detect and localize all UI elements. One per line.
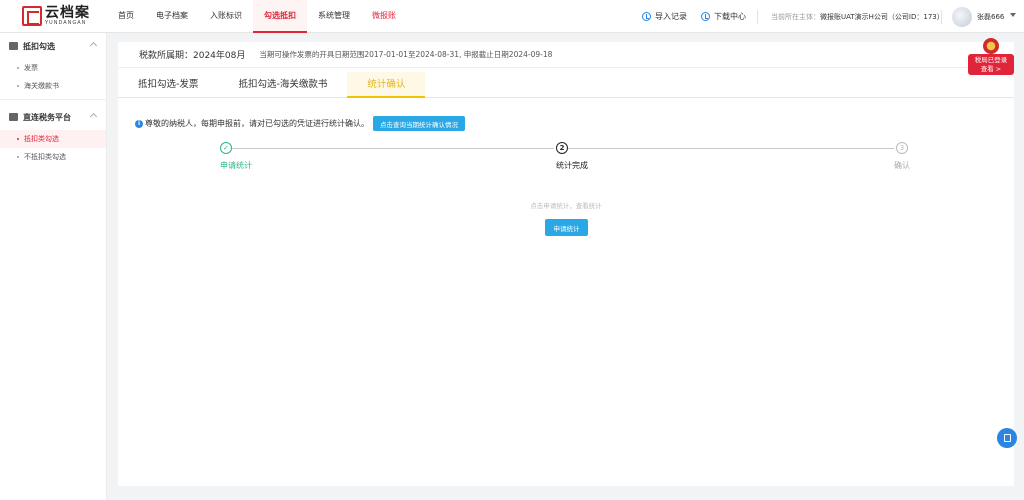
top-nav-bar: 云档案 YUNDANGAN 首页 电子档案 入账标识 勾选抵扣 系统管理 微报账… xyxy=(0,0,1024,33)
nav-system-admin[interactable]: 系统管理 xyxy=(307,0,361,33)
sidebar-group-tax-platform[interactable]: 直连税务平台 xyxy=(0,104,106,130)
logo-text: 云档案 xyxy=(45,5,90,21)
sidebar-item-customs-payment[interactable]: 海关缴款书 xyxy=(0,77,106,95)
date-range: 当期可操作发票的开具日期范围2017-01-01至2024-08-31, 申报截… xyxy=(259,50,553,59)
chevron-up-icon xyxy=(89,41,98,50)
hint-text: 点击申请统计，查看统计 xyxy=(530,202,602,210)
step-2-number: 2 xyxy=(556,142,568,154)
logo-icon xyxy=(22,6,42,26)
nav-deduction-select[interactable]: 勾选抵扣 xyxy=(253,0,307,33)
chevron-up-icon xyxy=(89,112,98,121)
tax-login-badge[interactable]: 税局已登录 查看 > xyxy=(968,38,1014,76)
sidebar: 抵扣勾选 发票 海关缴款书 直连税务平台 抵扣类勾选 不抵扣类勾选 xyxy=(0,33,107,500)
floating-action-button[interactable] xyxy=(997,428,1017,448)
tab-invoice[interactable]: 抵扣勾选-发票 xyxy=(118,72,218,98)
nav-entry-mark[interactable]: 入账标识 xyxy=(199,0,253,33)
tab-stats-confirm[interactable]: 统计确认 xyxy=(347,72,426,98)
apply-stats-button[interactable]: 申请统计 xyxy=(545,219,588,236)
step-connector xyxy=(568,148,894,149)
emblem-icon xyxy=(983,38,999,54)
folder-icon xyxy=(9,113,18,121)
sidebar-item-invoice[interactable]: 发票 xyxy=(0,59,106,77)
clock-icon xyxy=(642,12,651,21)
username[interactable]: 张磊666 xyxy=(977,12,1004,22)
step-1-label: 申请统计 xyxy=(220,161,252,170)
main-panel: 税款所属期：2024年08月 当期可操作发票的开具日期范围2017-01-01至… xyxy=(118,42,1014,486)
period-info: 税款所属期：2024年08月 当期可操作发票的开具日期范围2017-01-01至… xyxy=(118,42,1014,68)
logo[interactable]: 云档案 YUNDANGAN xyxy=(22,5,90,27)
sidebar-group-deduction[interactable]: 抵扣勾选 xyxy=(0,33,106,59)
check-icon: ✓ xyxy=(220,142,232,154)
document-icon xyxy=(1003,434,1011,442)
download-icon xyxy=(701,12,710,21)
badge-line-1: 税局已登录 xyxy=(974,56,1008,64)
nav-e-archive[interactable]: 电子档案 xyxy=(145,0,199,33)
download-center-link[interactable]: 下载中心 xyxy=(701,11,746,22)
badge-line-2: 查看 > xyxy=(980,65,1002,73)
import-records-link[interactable]: 导入记录 xyxy=(642,11,687,22)
tax-period: 税款所属期：2024年08月 xyxy=(139,51,246,61)
notice: i 尊敬的纳税人，每期申报前，请对已勾选的凭证进行统计确认。 点击查询当期统计确… xyxy=(135,116,465,131)
progress-steps: ✓ 申请统计 2 统计完成 3 确认 xyxy=(216,142,916,182)
step-3-label: 确认 xyxy=(894,161,910,170)
chevron-down-icon[interactable] xyxy=(1010,13,1016,17)
step-3-number: 3 xyxy=(896,142,908,154)
entity-name: 微报账UAT演示H公司（公司ID：173） xyxy=(820,12,944,21)
folder-icon xyxy=(9,42,18,50)
info-icon: i xyxy=(135,119,143,128)
sidebar-item-deductible[interactable]: 抵扣类勾选 xyxy=(0,130,106,148)
notice-text: 尊敬的纳税人，每期申报前，请对已勾选的凭证进行统计确认。 xyxy=(145,119,369,128)
nav-expense[interactable]: 微报账 xyxy=(361,0,407,33)
tab-bar: 抵扣勾选-发票 抵扣勾选-海关缴款书 统计确认 xyxy=(118,72,1014,98)
logo-subtext: YUNDANGAN xyxy=(45,20,87,26)
sidebar-item-non-deductible[interactable]: 不抵扣类勾选 xyxy=(0,148,106,166)
nav-home[interactable]: 首页 xyxy=(107,0,145,33)
tab-customs[interactable]: 抵扣勾选-海关缴款书 xyxy=(218,72,347,98)
main-nav: 首页 电子档案 入账标识 勾选抵扣 系统管理 微报账 xyxy=(107,0,407,33)
step-connector xyxy=(228,148,554,149)
step-2-label: 统计完成 xyxy=(556,161,588,170)
avatar[interactable] xyxy=(952,7,972,27)
query-stats-button[interactable]: 点击查询当期统计确认情况 xyxy=(373,116,465,131)
current-entity: 当前所在主体： 微报账UAT演示H公司（公司ID：173） xyxy=(771,12,944,21)
